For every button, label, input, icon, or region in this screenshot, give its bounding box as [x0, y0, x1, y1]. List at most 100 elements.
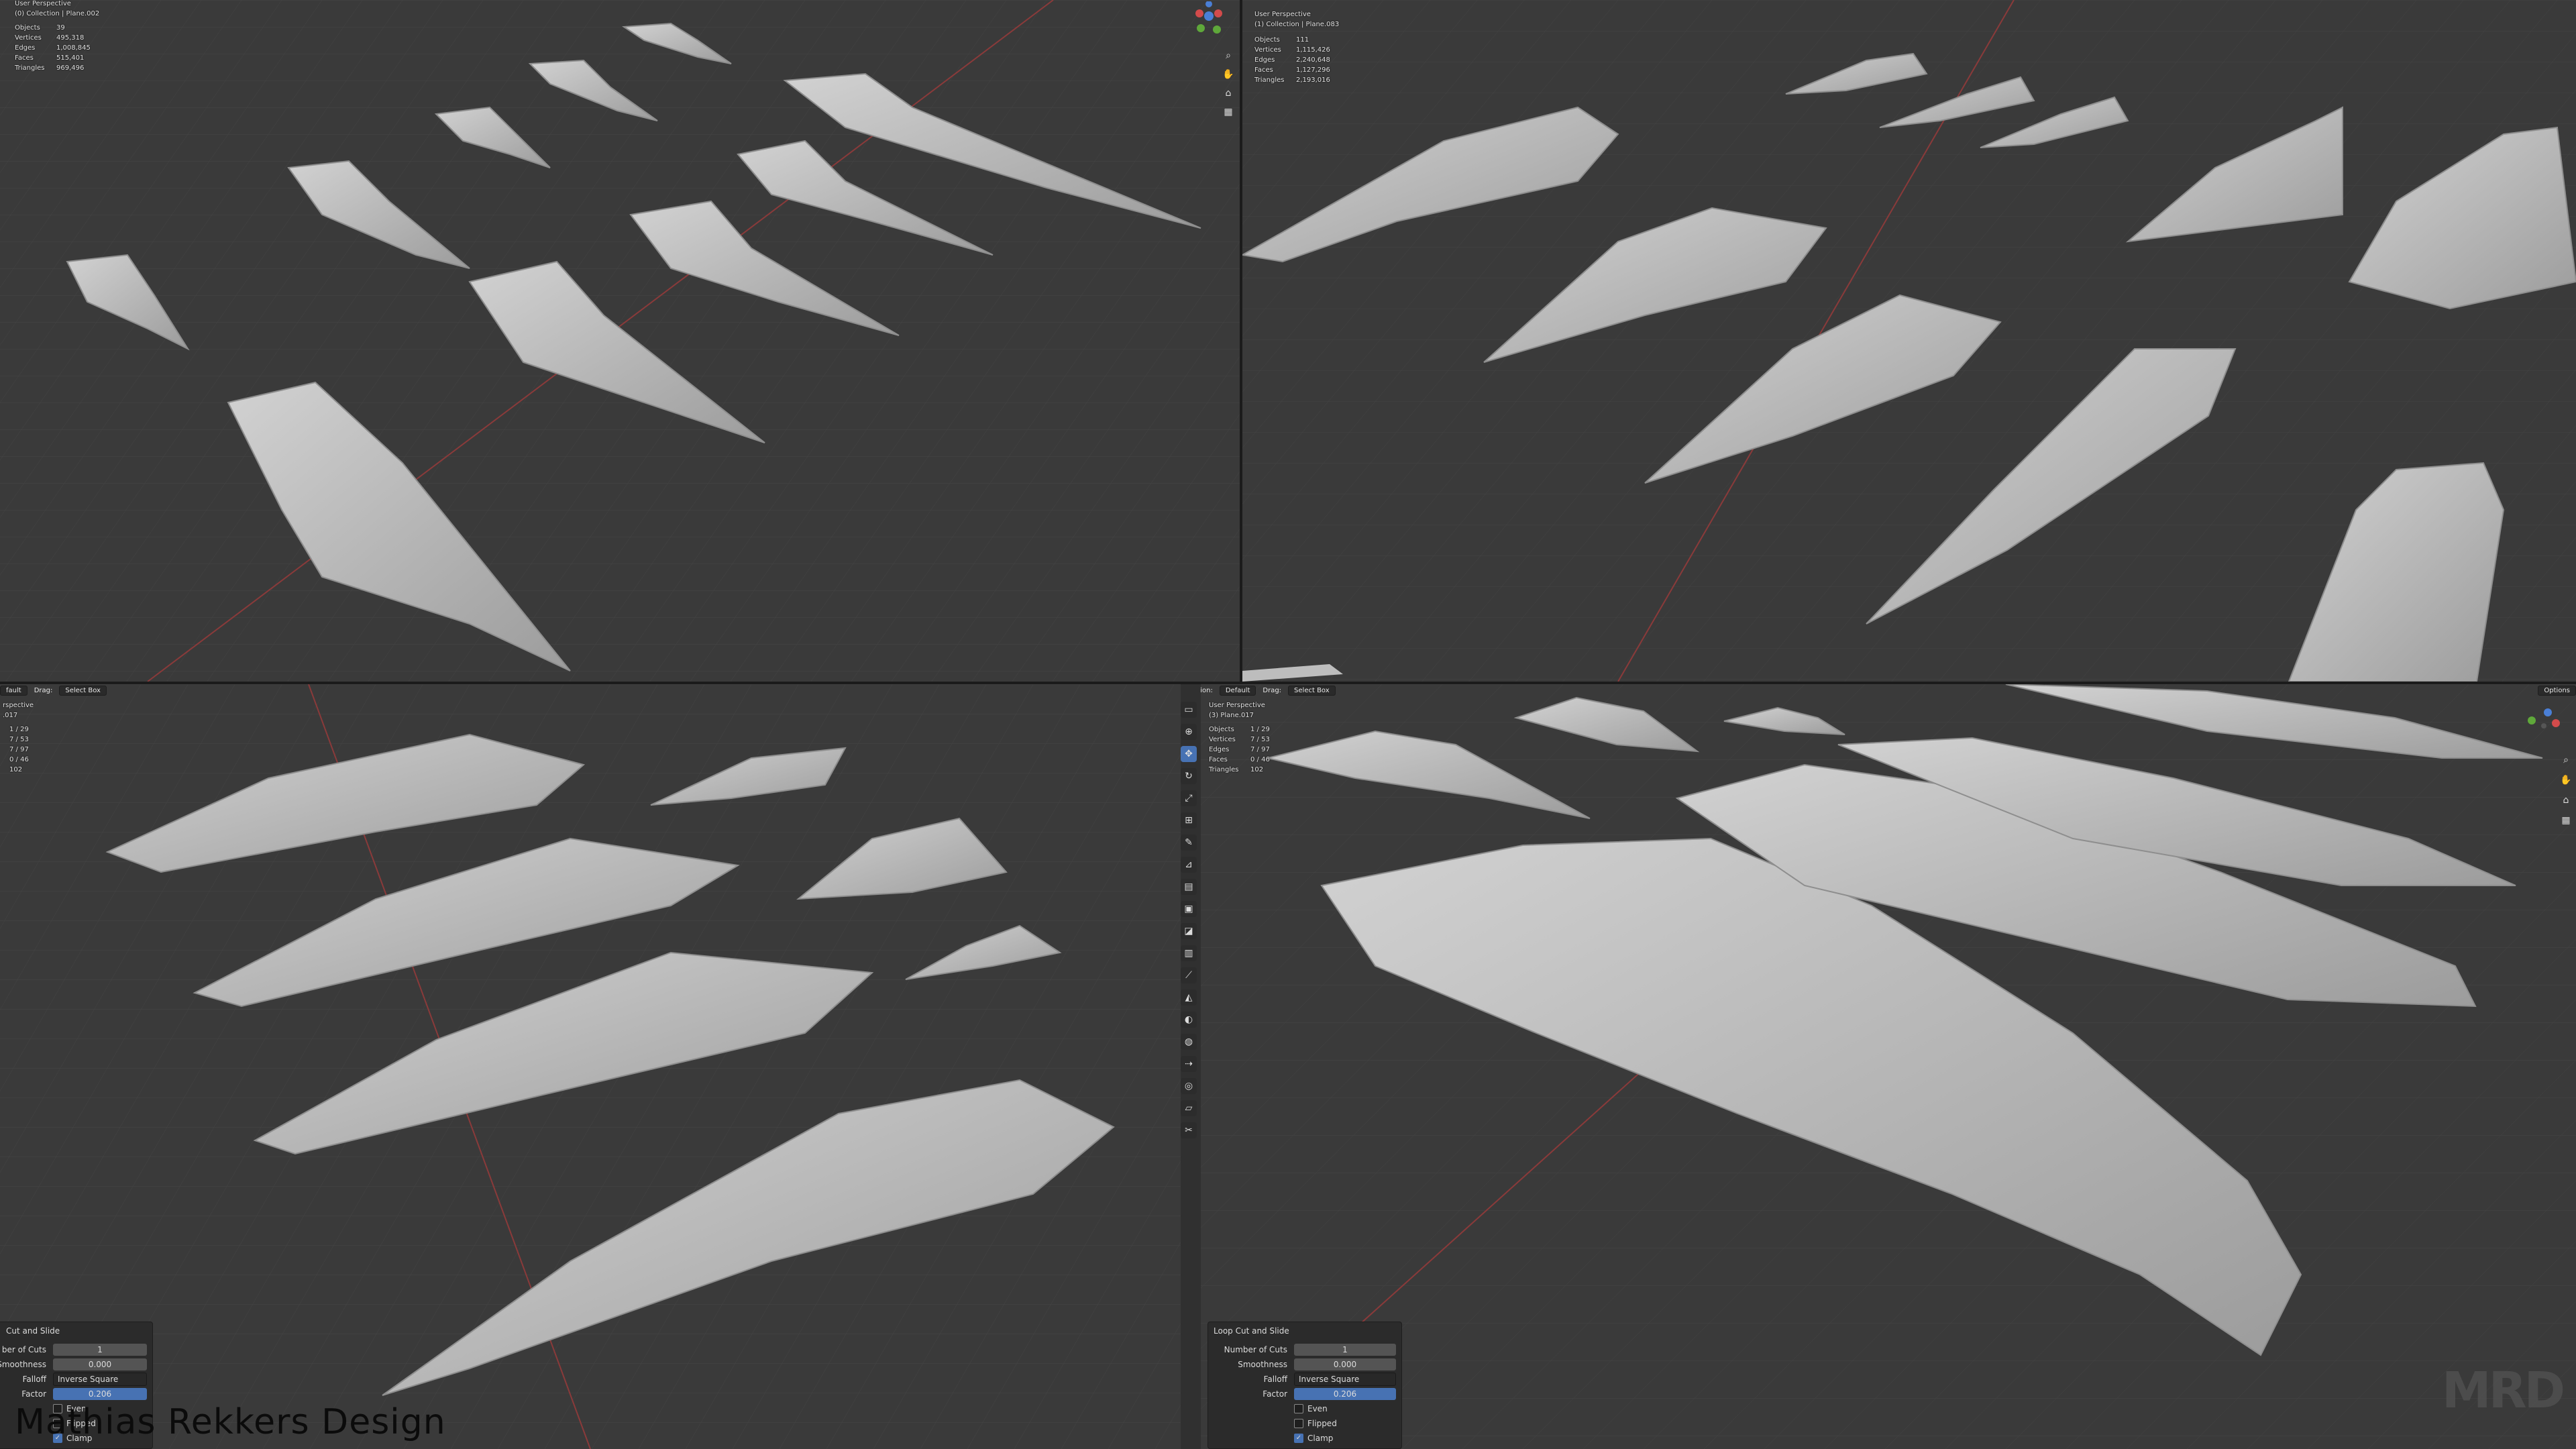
stat-row: 7 / 53 — [3, 735, 34, 745]
stat-label: Faces — [1254, 66, 1273, 74]
even-checkbox[interactable]: Even — [1214, 1401, 1396, 1416]
loop-cut-icon[interactable]: ▥ — [1181, 945, 1197, 961]
stat-value: 2,193,016 — [1296, 76, 1330, 84]
knife-icon[interactable]: ⟋ — [1181, 967, 1197, 983]
shrink-icon[interactable]: ◎ — [1181, 1078, 1197, 1094]
bevel-icon[interactable]: ◪ — [1181, 923, 1197, 939]
select-box-icon[interactable]: ▭ — [1181, 702, 1197, 718]
stat-row: Triangles 969,496 — [15, 63, 99, 73]
viewport-title: User Perspective — [1254, 11, 1311, 18]
drag-label: Drag: — [34, 687, 53, 694]
factor-slider[interactable]: 0.206 — [1294, 1388, 1396, 1400]
extrude-icon[interactable]: ▤ — [1181, 879, 1197, 895]
cursor-icon[interactable]: ⊕ — [1181, 724, 1197, 740]
stat-row: Edges 7 / 97 — [1209, 745, 1270, 755]
loop-cut-panel-right[interactable]: Loop Cut and Slide Number of Cuts 1 Smoot… — [1208, 1322, 1402, 1449]
stat-row: Vertices 7 / 53 — [1209, 735, 1270, 745]
gizmo-icon[interactable] — [1189, 1, 1229, 42]
flipped-checkbox[interactable]: Flipped — [1214, 1416, 1396, 1431]
gizmo-icon[interactable] — [2524, 706, 2564, 746]
stat-value: 0 / 46 — [1250, 756, 1270, 763]
stat-row: Faces 1,127,296 — [1254, 65, 1339, 75]
stat-label — [3, 745, 9, 755]
panel-label: Smoothness — [1238, 1360, 1287, 1369]
zoom-icon[interactable]: ⌕ — [1220, 47, 1237, 64]
stat-label — [3, 765, 9, 775]
stat-value: 111 — [1296, 36, 1309, 44]
stat-value: 0 / 46 — [9, 756, 29, 763]
viewport-top-right[interactable]: User Perspective (1) Collection | Plane.… — [1242, 0, 2576, 682]
watermark-text: Mathias Rekkers Design — [15, 1402, 446, 1442]
panel-row: Smoothness 0.000 — [1214, 1357, 1396, 1372]
number-of-cuts-field[interactable]: 1 — [53, 1344, 147, 1356]
inset-icon[interactable]: ▣ — [1181, 901, 1197, 917]
viewport-header-bottom-left: fault Drag: Select Box — [0, 686, 107, 696]
stat-label: Objects — [1209, 726, 1234, 733]
toolbar: ▭ ⊕ ✥ ↻ ⤢ ⊞ ✎ ⊿ ▤ ▣ ◪ ▥ ⟋ ◭ ◐ ◍ ⇢ ◎ ▱ ✂ — [1181, 702, 1197, 1138]
viewport-divider-horizontal[interactable] — [0, 682, 2576, 684]
scene-stats-bottom-right: User Perspective (3) Plane.017 Objects 1 … — [1209, 700, 1270, 775]
smoothness-field[interactable]: 0.000 — [53, 1358, 147, 1371]
viewport-subtitle: (0) Collection | Plane.002 — [15, 10, 100, 17]
shear-icon[interactable]: ▱ — [1181, 1100, 1197, 1116]
checkbox-box — [1294, 1404, 1303, 1413]
rip-icon[interactable]: ✂ — [1181, 1122, 1197, 1138]
grid-icon[interactable]: ▦ — [1220, 103, 1237, 121]
camera-icon[interactable]: ⌂ — [2557, 792, 2575, 809]
viewport-top-left[interactable]: User Perspective (0) Collection | Plane.… — [0, 0, 1240, 682]
stat-label: Vertices — [1209, 736, 1236, 743]
stat-row: Objects 1 / 29 — [1209, 724, 1270, 735]
viewport-bottom-right[interactable]: ientation: Default Drag: Select Box Opti… — [1201, 684, 2576, 1449]
drag-select-dropdown[interactable]: Select Box — [59, 686, 107, 696]
stat-label: Objects — [15, 24, 40, 32]
scene-top-left — [0, 0, 1240, 682]
hand-icon[interactable]: ✋ — [2557, 771, 2575, 789]
clamp-checkbox[interactable]: ✓ Clamp — [1214, 1431, 1396, 1446]
stat-label: Triangles — [15, 64, 45, 72]
poly-build-icon[interactable]: ◭ — [1181, 989, 1197, 1006]
stat-label — [3, 724, 9, 735]
stat-row: Vertices 495,318 — [15, 33, 99, 43]
options-dropdown[interactable]: Options — [2538, 686, 2576, 696]
falloff-dropdown[interactable]: Inverse Square — [1294, 1373, 1396, 1386]
grid-icon[interactable]: ▦ — [2557, 812, 2575, 829]
viewport-subtitle: (1) Collection | Plane.083 — [1254, 21, 1340, 28]
drag-select-dropdown[interactable]: Select Box — [1288, 686, 1336, 696]
orientation-dropdown[interactable]: fault — [0, 686, 28, 696]
annotate-icon[interactable]: ✎ — [1181, 835, 1197, 851]
factor-slider[interactable]: 0.206 — [53, 1388, 147, 1400]
panel-row: Falloff Inverse Square — [0, 1372, 147, 1387]
stat-row: Faces 515,401 — [15, 53, 99, 63]
stat-label: Triangles — [1209, 766, 1239, 773]
stat-label — [3, 755, 9, 765]
rotate-icon[interactable]: ↻ — [1181, 768, 1197, 784]
panel-label: Factor — [21, 1389, 46, 1399]
panel-row: Factor 0.206 — [1214, 1387, 1396, 1401]
spin-icon[interactable]: ◐ — [1181, 1012, 1197, 1028]
smoothness-field[interactable]: 0.000 — [1294, 1358, 1396, 1371]
measure-icon[interactable]: ⊿ — [1181, 857, 1197, 873]
stat-row: Triangles 2,193,016 — [1254, 75, 1339, 85]
transform-icon[interactable]: ⊞ — [1181, 812, 1197, 828]
scene-bottom-left — [0, 684, 1181, 1449]
viewport-subtitle: .017 — [3, 712, 18, 719]
stat-label: Edges — [1209, 746, 1230, 753]
viewport-divider-vertical[interactable] — [1240, 0, 1242, 682]
hand-icon[interactable]: ✋ — [1220, 66, 1237, 83]
edge-slide-icon[interactable]: ⇢ — [1181, 1056, 1197, 1072]
viewport-subtitle: (3) Plane.017 — [1209, 712, 1254, 719]
move-icon[interactable]: ✥ — [1181, 746, 1197, 762]
camera-icon[interactable]: ⌂ — [1220, 85, 1237, 102]
stat-value: 1,008,845 — [56, 44, 91, 52]
zoom-icon[interactable]: ⌕ — [2557, 751, 2575, 769]
falloff-dropdown[interactable]: Inverse Square — [53, 1373, 147, 1386]
stat-row: 0 / 46 — [3, 755, 34, 765]
checkbox-box — [1294, 1419, 1303, 1428]
number-of-cuts-field[interactable]: 1 — [1294, 1344, 1396, 1356]
smooth-icon[interactable]: ◍ — [1181, 1034, 1197, 1050]
viewport-bottom-left[interactable]: fault Drag: Select Box rspective .017 1 … — [0, 684, 1181, 1449]
orientation-dropdown[interactable]: Default — [1219, 686, 1256, 696]
scale-icon[interactable]: ⤢ — [1181, 790, 1197, 806]
nav-buttons-bottom-right: ⌕ ✋ ⌂ ▦ — [2557, 751, 2575, 829]
panel-row: Factor 0.206 — [0, 1387, 147, 1401]
